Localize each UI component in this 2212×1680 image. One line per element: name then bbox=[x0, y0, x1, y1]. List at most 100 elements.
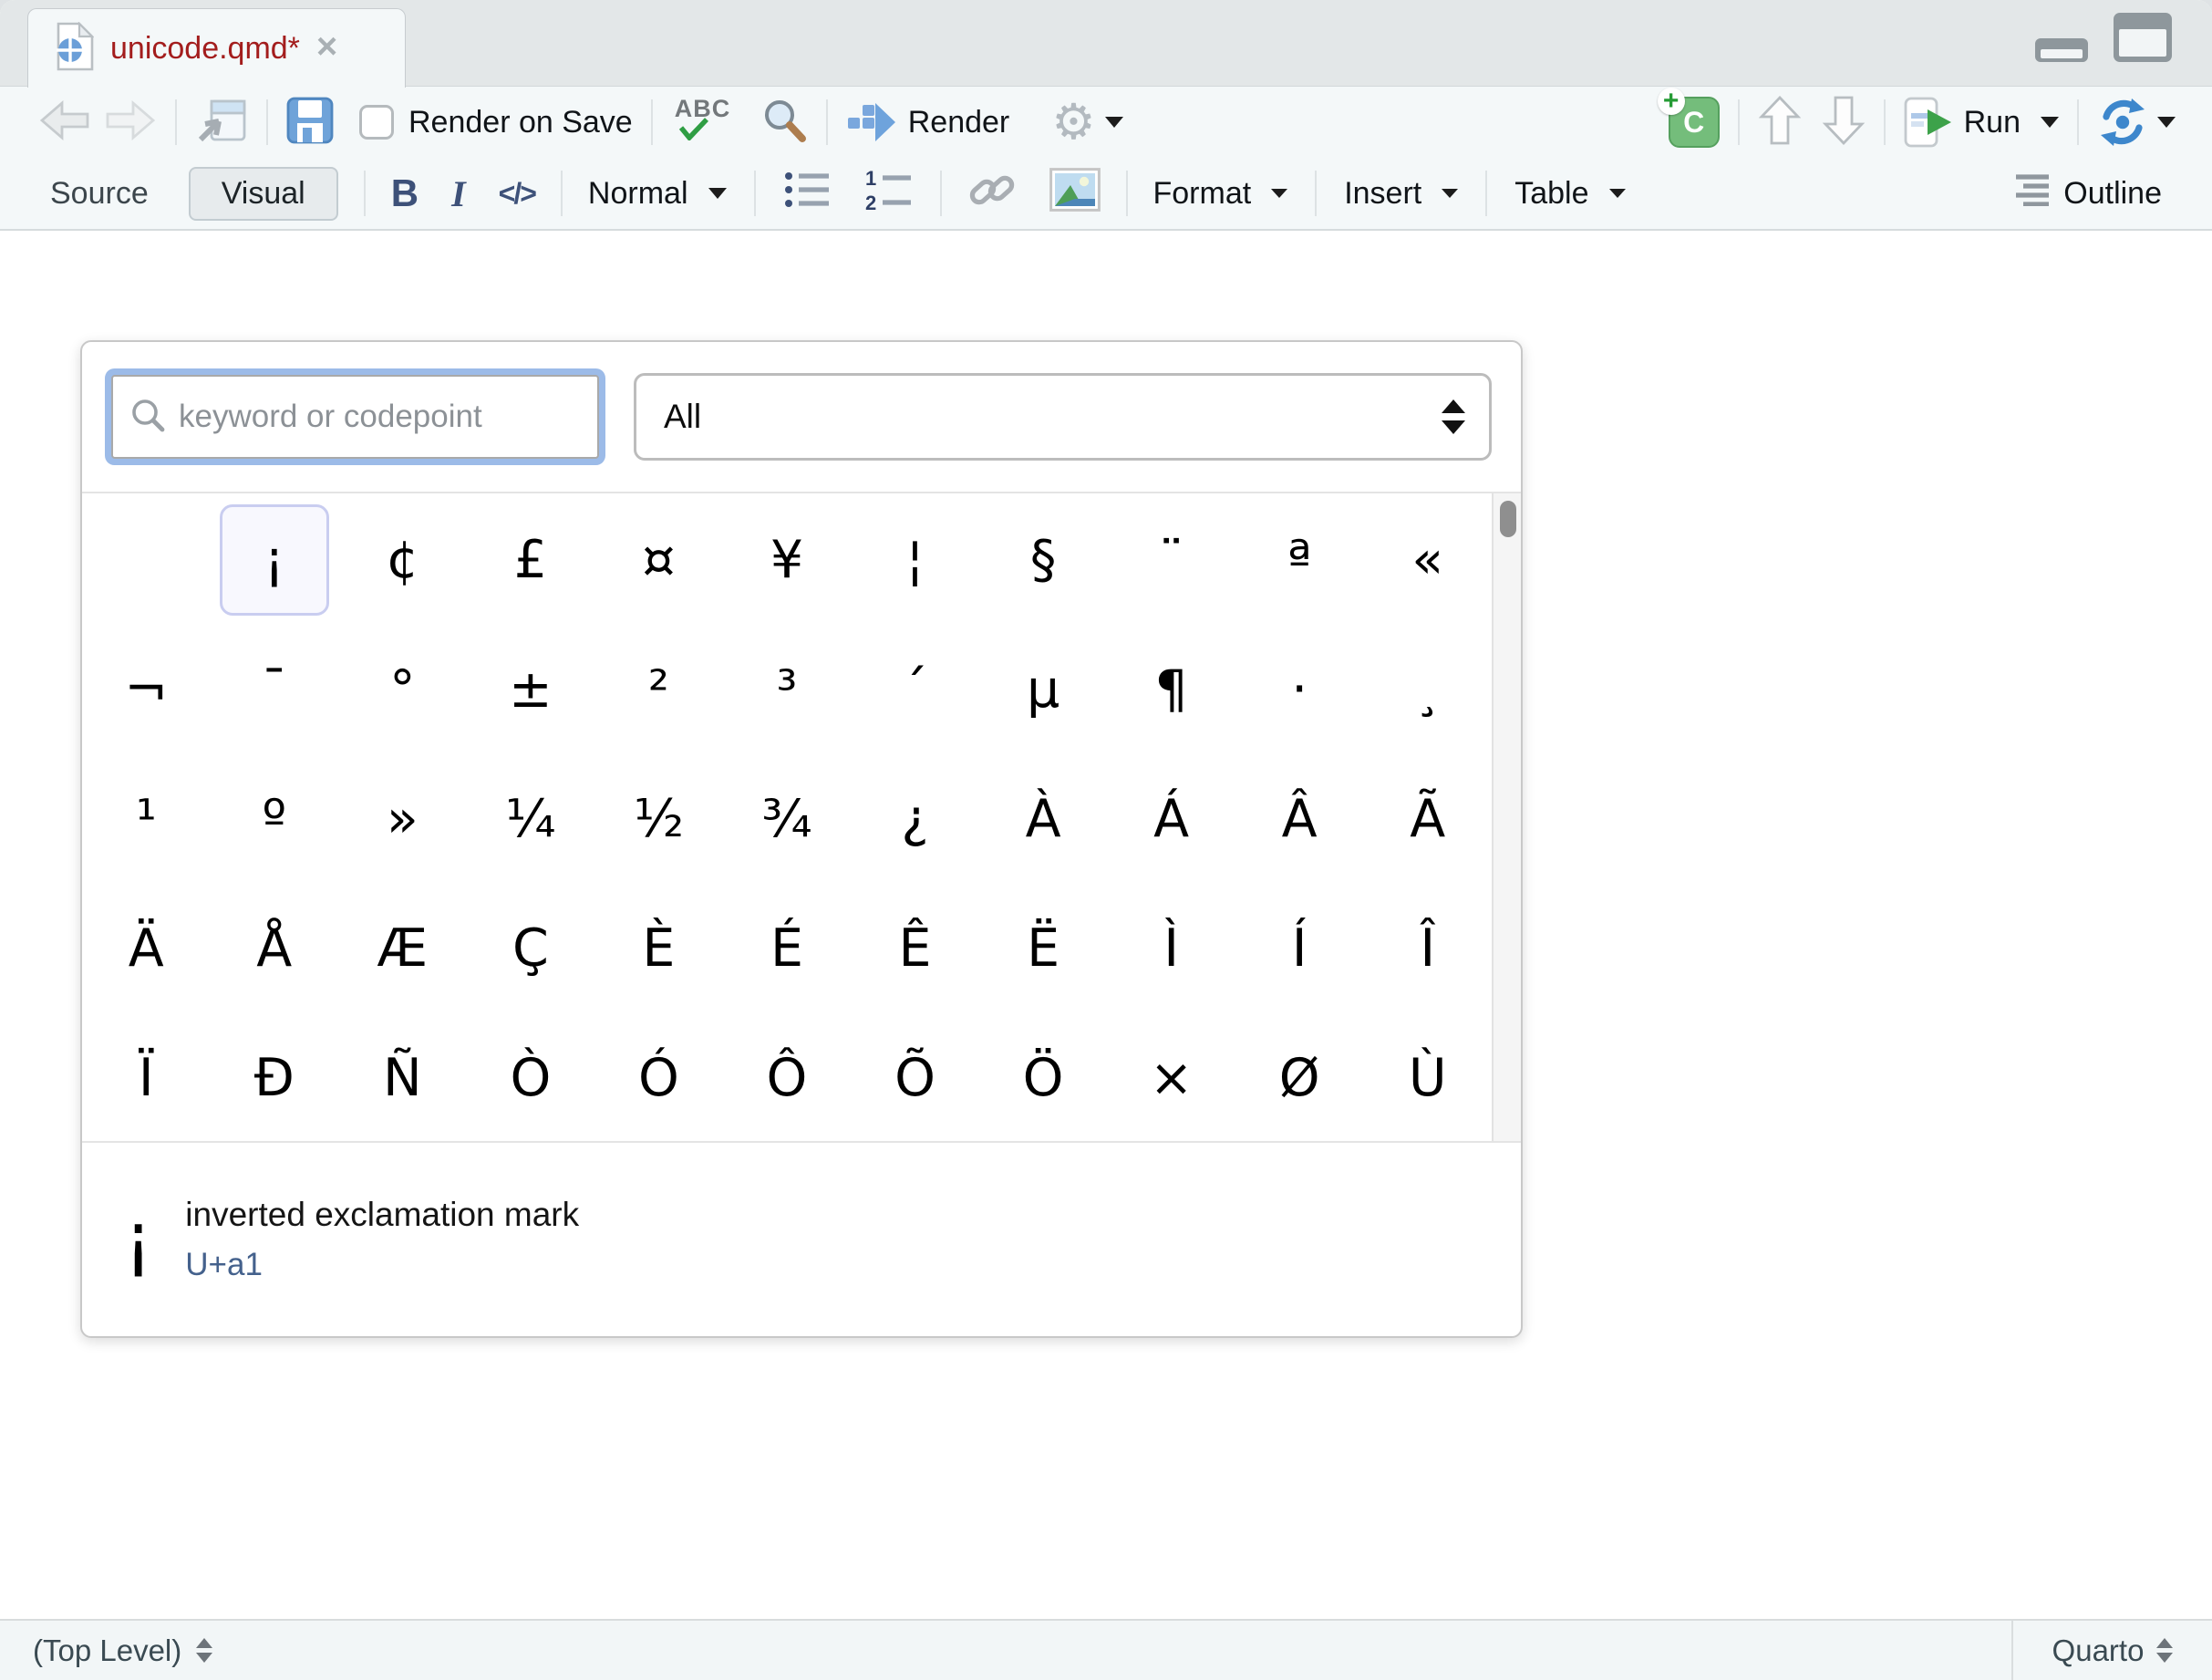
char-cell[interactable]: Ø bbox=[1235, 1013, 1364, 1143]
char-cell[interactable]: ¬ bbox=[82, 625, 211, 754]
insert-chunk-button[interactable]: + C bbox=[1669, 97, 1720, 148]
char-cell[interactable]: ¥ bbox=[723, 495, 852, 625]
char-cell[interactable]: Â bbox=[1235, 754, 1364, 884]
bold-button[interactable]: B bbox=[391, 171, 419, 215]
char-cell[interactable]: Ù bbox=[1363, 1013, 1492, 1143]
char-cell[interactable]: ¨ bbox=[1107, 495, 1235, 625]
char-cell[interactable]: ³ bbox=[723, 625, 852, 754]
char-cell[interactable]: Ê bbox=[851, 884, 979, 1013]
tab-title: unicode.qmd* bbox=[110, 31, 300, 67]
char-cell[interactable]: ¿ bbox=[851, 754, 979, 884]
format-menu[interactable]: Format bbox=[1153, 176, 1288, 212]
char-cell[interactable]: Ï bbox=[82, 1013, 211, 1143]
char-cell[interactable]: É bbox=[723, 884, 852, 1013]
minimize-window-icon[interactable] bbox=[2035, 38, 2088, 62]
char-cell[interactable]: Î bbox=[1363, 884, 1492, 1013]
maximize-window-icon[interactable] bbox=[2114, 13, 2172, 62]
char-cell[interactable]: Æ bbox=[338, 884, 467, 1013]
char-cell[interactable]: § bbox=[979, 495, 1108, 625]
char-cell[interactable]: « bbox=[1363, 495, 1492, 625]
render-settings-button[interactable]: ⚙ bbox=[1051, 98, 1122, 147]
char-cell[interactable]: ½ bbox=[594, 754, 723, 884]
selected-character-preview: ¡ inverted exclamation mark U+a1 bbox=[82, 1143, 1521, 1336]
char-cell[interactable]: ± bbox=[467, 625, 595, 754]
char-cell[interactable]: ¼ bbox=[467, 754, 595, 884]
scope-selector[interactable]: (Top Level) bbox=[0, 1621, 212, 1680]
char-cell[interactable]: £ bbox=[467, 495, 595, 625]
char-cell[interactable]: Ä bbox=[82, 884, 211, 1013]
open-in-new-window-button[interactable] bbox=[195, 96, 248, 150]
table-menu[interactable]: Table bbox=[1514, 176, 1625, 212]
char-cell[interactable]: » bbox=[338, 754, 467, 884]
char-cell[interactable] bbox=[82, 495, 211, 625]
char-cell[interactable]: ¢ bbox=[338, 495, 467, 625]
scrollbar-track[interactable] bbox=[1492, 493, 1521, 1141]
image-icon[interactable] bbox=[1049, 168, 1101, 220]
source-mode-button[interactable]: Source bbox=[50, 176, 149, 212]
char-cell[interactable]: ° bbox=[338, 625, 467, 754]
char-cell[interactable]: ¡ bbox=[211, 495, 339, 625]
chevron-down-icon bbox=[2157, 117, 2176, 128]
char-cell[interactable]: µ bbox=[979, 625, 1108, 754]
char-cell[interactable]: Ô bbox=[723, 1013, 852, 1143]
run-button[interactable]: Run bbox=[1904, 96, 2059, 149]
outline-toggle[interactable]: Outline bbox=[2012, 173, 2162, 214]
numbered-list-icon[interactable]: 1 2 bbox=[865, 169, 915, 219]
char-cell[interactable]: ¦ bbox=[851, 495, 979, 625]
block-filter-select[interactable]: All bbox=[634, 373, 1492, 461]
char-cell[interactable]: ² bbox=[594, 625, 723, 754]
italic-button[interactable]: I bbox=[451, 172, 466, 215]
paragraph-style-dropdown[interactable]: Normal bbox=[588, 176, 727, 212]
scrollbar-thumb[interactable] bbox=[1500, 501, 1516, 537]
char-cell[interactable]: Ë bbox=[979, 884, 1108, 1013]
char-cell[interactable]: À bbox=[979, 754, 1108, 884]
char-cell[interactable]: × bbox=[1107, 1013, 1235, 1143]
character-grid: ¡¢£¤¥¦§¨ª« ¬¯°±²³´µ¶·¸ ¹º»¼½¾¿ÀÁÂÃ ÄÅÆÇÈÉÊË… bbox=[82, 493, 1492, 1141]
back-button[interactable] bbox=[38, 99, 91, 146]
char-cell[interactable]: º bbox=[211, 754, 339, 884]
bullet-list-icon[interactable] bbox=[783, 169, 832, 219]
char-cell[interactable]: Ñ bbox=[338, 1013, 467, 1143]
code-button[interactable]: </> bbox=[499, 177, 535, 211]
char-cell[interactable]: Ã bbox=[1363, 754, 1492, 884]
char-cell[interactable]: Í bbox=[1235, 884, 1364, 1013]
char-cell[interactable]: · bbox=[1235, 625, 1364, 754]
save-icon[interactable] bbox=[286, 97, 334, 149]
quarto-file-icon bbox=[52, 22, 94, 76]
char-cell[interactable]: Ò bbox=[467, 1013, 595, 1143]
forward-button[interactable] bbox=[104, 99, 157, 146]
char-cell[interactable]: Ð bbox=[211, 1013, 339, 1143]
go-next-section-button[interactable] bbox=[1822, 94, 1866, 151]
char-cell[interactable]: Ö bbox=[979, 1013, 1108, 1143]
char-cell[interactable]: ¾ bbox=[723, 754, 852, 884]
search-input[interactable] bbox=[179, 399, 581, 435]
char-cell[interactable]: Ó bbox=[594, 1013, 723, 1143]
tab-unicode-qmd[interactable]: unicode.qmd* × bbox=[27, 8, 406, 88]
char-cell[interactable]: Õ bbox=[851, 1013, 979, 1143]
char-cell[interactable]: Ç bbox=[467, 884, 595, 1013]
render-button[interactable]: Render bbox=[846, 101, 1010, 143]
char-cell[interactable]: ¹ bbox=[82, 754, 211, 884]
char-cell[interactable]: ¶ bbox=[1107, 625, 1235, 754]
char-cell[interactable]: È bbox=[594, 884, 723, 1013]
go-previous-section-button[interactable] bbox=[1758, 94, 1802, 151]
char-cell[interactable]: ª bbox=[1235, 495, 1364, 625]
char-cell[interactable]: ¤ bbox=[594, 495, 723, 625]
tab-close-icon[interactable]: × bbox=[316, 28, 337, 65]
document-type-selector[interactable]: Quarto bbox=[2011, 1621, 2212, 1680]
source-document-button[interactable] bbox=[2097, 97, 2176, 148]
char-cell[interactable]: Á bbox=[1107, 754, 1235, 884]
char-cell[interactable]: Å bbox=[211, 884, 339, 1013]
render-on-save-label[interactable]: Render on Save bbox=[408, 105, 633, 140]
char-cell[interactable]: ¸ bbox=[1363, 625, 1492, 754]
spellcheck-icon[interactable]: ABC bbox=[671, 95, 740, 150]
editor-canvas[interactable]: All ¡¢£¤¥¦§¨ª« ¬¯°±²³´µ¶·¸ ¹º»¼½¾¿ÀÁÂÃ ÄÅÆÇ… bbox=[0, 231, 2212, 1619]
render-on-save-checkbox[interactable] bbox=[359, 105, 394, 140]
visual-mode-button[interactable]: Visual bbox=[189, 167, 338, 221]
link-icon[interactable] bbox=[967, 165, 1017, 223]
find-replace-icon[interactable] bbox=[760, 97, 808, 149]
char-cell[interactable]: Ì bbox=[1107, 884, 1235, 1013]
char-cell[interactable]: ¯ bbox=[211, 625, 339, 754]
insert-menu[interactable]: Insert bbox=[1344, 176, 1458, 212]
char-cell[interactable]: ´ bbox=[851, 625, 979, 754]
